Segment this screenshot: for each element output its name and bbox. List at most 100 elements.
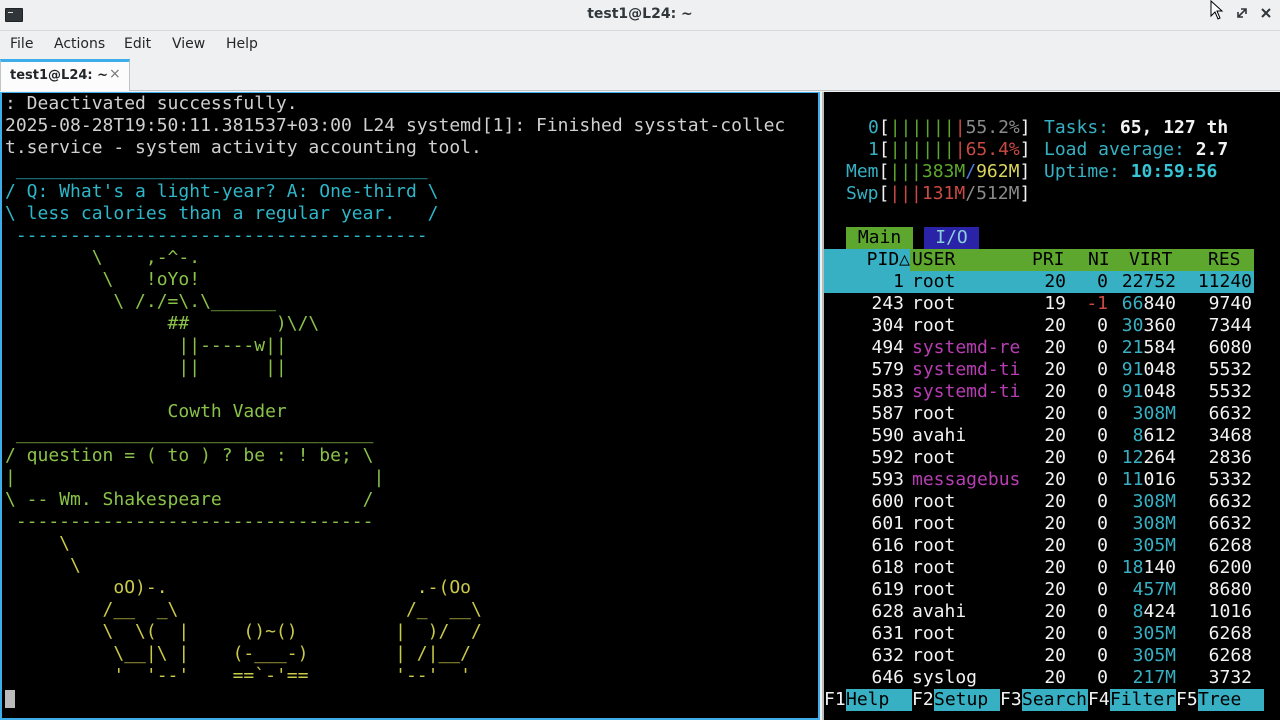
uptime-meter: Uptime: 10:59:56 (1044, 161, 1217, 183)
process-row[interactable]: 619 root 20 0 457M 8680 (824, 579, 1254, 601)
close-window-button[interactable] (1256, 5, 1276, 25)
user-cell: systemd-ti (912, 381, 1021, 402)
uptime-label: Uptime: (1044, 161, 1131, 182)
res-cell: 3732 (1208, 667, 1252, 688)
pid-cell: 592 (871, 447, 904, 468)
pid-cell: 600 (871, 491, 904, 512)
mem-total: 962M (976, 161, 1020, 182)
tab-bar: test1@L24: ~ × (0, 59, 1280, 91)
cpu0-meter: 0[|||||||55.2%] (868, 117, 1031, 138)
res-cell: 1016 (1208, 601, 1252, 622)
htop-pane[interactable]: 0[|||||||55.2%] 1[|||||||65.4%] Mem[|||3… (822, 92, 1280, 720)
cpu0-value: 55.2% (965, 117, 1020, 138)
fkey-f5-button[interactable]: Tree (1198, 689, 1264, 711)
process-row[interactable]: 616 root 20 0 305M 6268 (824, 535, 1254, 557)
maximize-button[interactable] (1232, 5, 1252, 25)
col-pid-header[interactable]: PID△ (824, 249, 910, 271)
col-virt-header[interactable]: VIRT (1129, 249, 1172, 271)
process-row[interactable]: 618 root 20 0 18140 6200 (824, 557, 1254, 579)
pri-cell: 20 (1044, 469, 1066, 490)
virt-cell: 66840 (1121, 293, 1176, 314)
cpu1-label: 1 (868, 139, 879, 160)
process-row[interactable]: 593 messagebus 20 0 11016 5332 (824, 469, 1254, 491)
pri-cell: 19 (1044, 293, 1066, 314)
process-row[interactable]: 628 avahi 20 0 8424 1016 (824, 601, 1254, 623)
log-line: : Deactivated successfully. (5, 93, 298, 114)
tab-close-icon[interactable]: × (109, 66, 121, 82)
pid-cell: 618 (871, 557, 904, 578)
left-terminal-pane[interactable]: : Deactivated successfully. 2025-08-28T1… (0, 92, 820, 720)
text-cursor (5, 690, 15, 708)
res-cell: 6268 (1208, 623, 1252, 644)
process-row[interactable]: 243 root 19 -1 66840 9740 (824, 293, 1254, 315)
pid-cell: 494 (871, 337, 904, 358)
cowsay-border: ______________________________________ (5, 159, 428, 180)
process-row[interactable]: 601 root 20 0 308M 6632 (824, 513, 1254, 535)
process-row[interactable]: 646 syslog 20 0 217M 3732 (824, 667, 1254, 689)
user-cell: root (912, 447, 956, 468)
menu-edit[interactable]: Edit (124, 36, 151, 52)
virt-cell: 22752 (1121, 271, 1176, 292)
fkey-f1-button[interactable]: Help (846, 689, 912, 711)
ascii-art-caption: Cowth Vader (5, 401, 287, 422)
user-cell: root (912, 557, 956, 578)
pid-cell: 628 (871, 601, 904, 622)
cpu1-value: 65.4% (965, 139, 1020, 160)
mem-used: 383M (921, 161, 966, 182)
menu-help[interactable]: Help (226, 36, 258, 52)
ascii-art-line: \ (5, 533, 71, 554)
col-ni-header[interactable]: NI (1088, 249, 1110, 271)
process-row[interactable]: 583 systemd-ti 20 0 91048 5532 (824, 381, 1254, 403)
process-row[interactable]: 600 root 20 0 308M 6632 (824, 491, 1254, 513)
process-row[interactable]: 1 root 20 0 22752 11240 (824, 271, 1254, 293)
process-row[interactable]: 579 systemd-ti 20 0 91048 5532 (824, 359, 1254, 381)
maximize-icon (1237, 8, 1247, 18)
virt-cell: 308M (1132, 513, 1176, 534)
user-cell: systemd-re (912, 337, 1021, 358)
pid-cell: 616 (871, 535, 904, 556)
tab-label: test1@L24: ~ (10, 68, 109, 83)
pri-cell: 20 (1044, 359, 1066, 380)
htop-tab-io[interactable]: I/O (924, 227, 979, 249)
pid-cell: 304 (871, 315, 904, 336)
res-cell: 6632 (1208, 513, 1252, 534)
htop-tab-main[interactable]: Main (846, 227, 913, 249)
process-row[interactable]: 494 systemd-re 20 0 21584 6080 (824, 337, 1254, 359)
swp-used: 131M (921, 183, 966, 204)
res-cell: 3468 (1208, 425, 1252, 446)
virt-cell: 8424 (1132, 601, 1176, 622)
process-row[interactable]: 631 root 20 0 305M 6268 (824, 623, 1254, 645)
col-pri-header[interactable]: PRI (1032, 249, 1065, 271)
menu-actions[interactable]: Actions (54, 36, 105, 52)
virt-cell: 305M (1132, 623, 1176, 644)
ascii-art-line: \ !oYo! (5, 269, 201, 290)
menu-file[interactable]: File (10, 36, 33, 52)
menu-view[interactable]: View (172, 36, 205, 52)
process-row[interactable]: 304 root 20 0 30360 7344 (824, 315, 1254, 337)
process-row[interactable]: 590 avahi 20 0 8612 3468 (824, 425, 1254, 447)
user-cell: syslog (912, 667, 978, 688)
mem-meter: Mem[|||383M/962M] (846, 161, 1031, 182)
tab-terminal[interactable]: test1@L24: ~ × (0, 59, 130, 91)
fkey-f2-button[interactable]: Setup (934, 689, 1000, 711)
res-cell: 8680 (1208, 579, 1252, 600)
fkey-f4-button[interactable]: Filter (1110, 689, 1176, 711)
col-res-header[interactable]: RES (1208, 249, 1241, 271)
col-user-header[interactable]: USER (912, 249, 955, 271)
virt-cell: 305M (1132, 535, 1176, 556)
pid-cell: 646 (871, 667, 904, 688)
close-icon (1261, 8, 1271, 18)
fkey-f3-button[interactable]: Search (1022, 689, 1088, 711)
pri-cell: 20 (1044, 667, 1066, 688)
process-row[interactable]: 592 root 20 0 12264 2836 (824, 447, 1254, 469)
virt-cell: 457M (1132, 579, 1176, 600)
cowsay-text: | | (5, 467, 385, 488)
user-cell: root (912, 315, 956, 336)
process-row[interactable]: 587 root 20 0 308M 6632 (824, 403, 1254, 425)
process-row[interactable]: 632 root 20 0 305M 6268 (824, 645, 1254, 667)
res-cell: 7344 (1208, 315, 1252, 336)
ascii-art-line: oO)-. .-(Oo (5, 577, 471, 598)
pri-cell: 20 (1044, 447, 1066, 468)
ascii-art-line: ||-----w|| (5, 335, 287, 356)
pri-cell: 20 (1044, 579, 1066, 600)
